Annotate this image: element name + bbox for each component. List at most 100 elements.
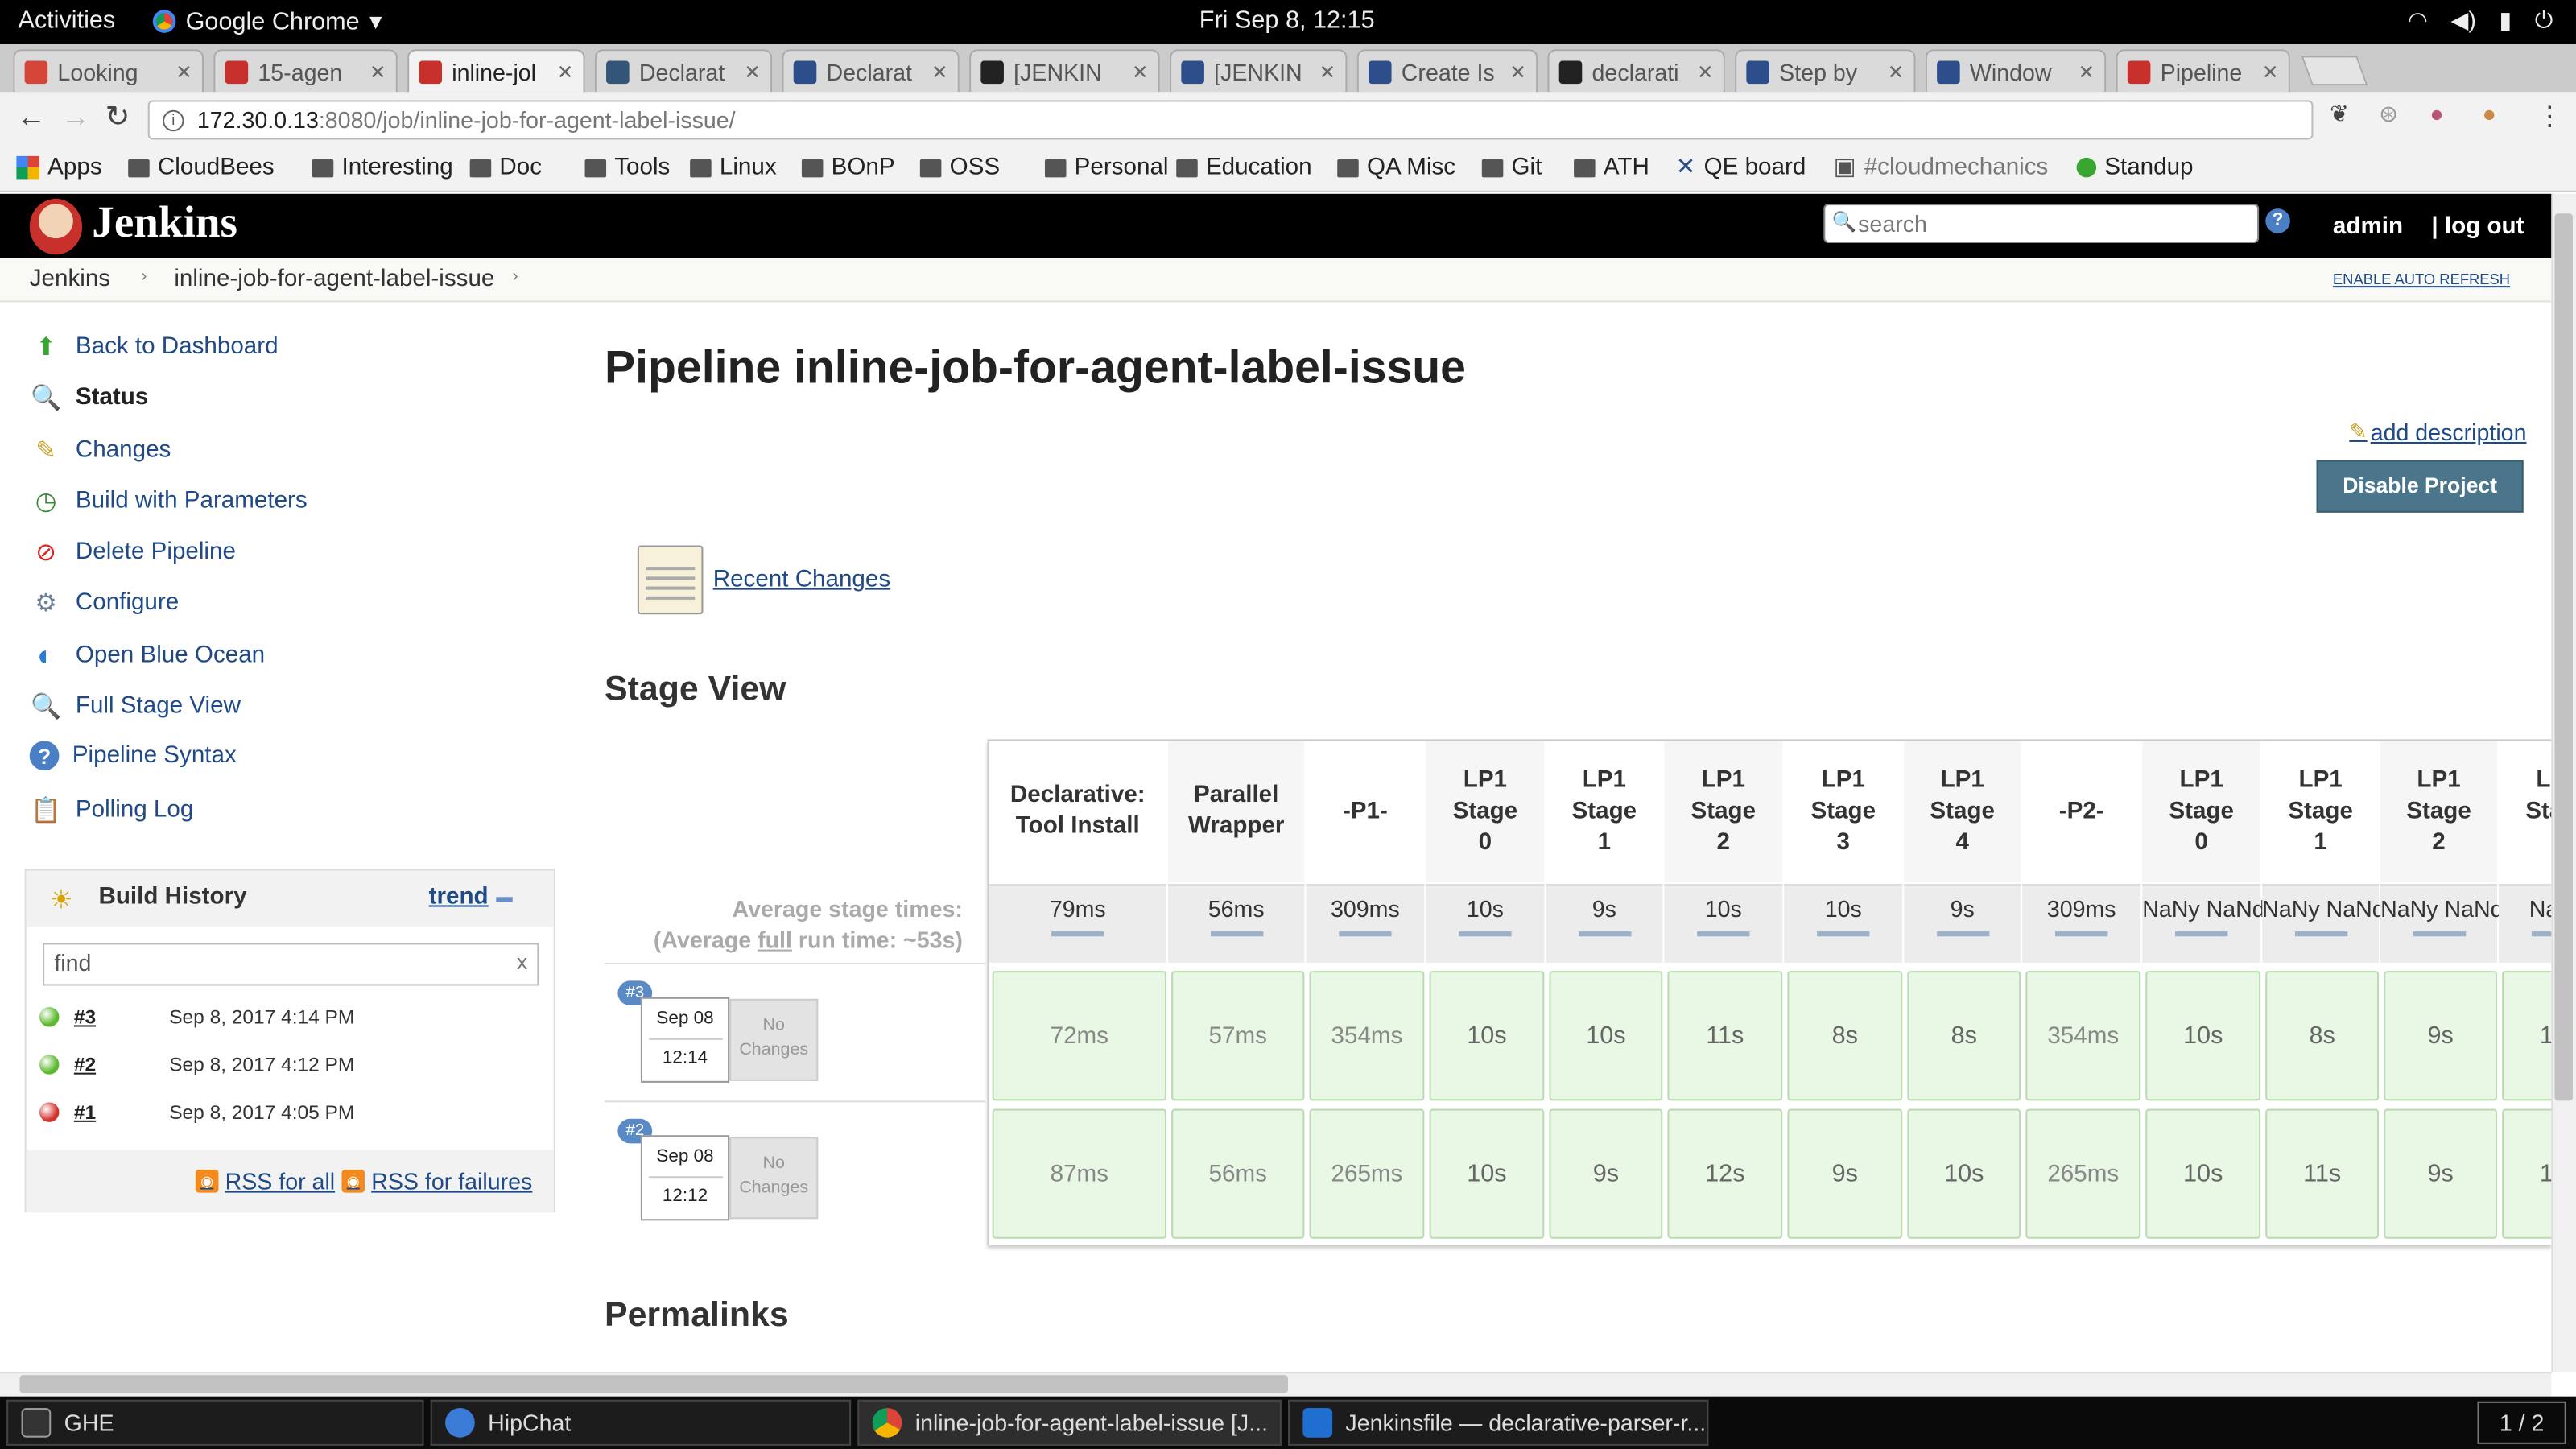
build-number-link[interactable]: #2	[74, 1053, 156, 1076]
browser-tab[interactable]: declarati ✕	[1547, 49, 1725, 93]
stage-cell[interactable]: 10s	[1549, 971, 1663, 1101]
close-icon[interactable]: ✕	[2262, 60, 2279, 83]
workspace-indicator[interactable]: 1 / 2	[2477, 1401, 2566, 1444]
browser-tab[interactable]: inline-jol ✕	[407, 49, 585, 93]
close-icon[interactable]: ✕	[2078, 60, 2095, 83]
build-filter-input[interactable]: find x	[43, 943, 539, 986]
reload-icon[interactable]: ↻	[105, 100, 130, 134]
search-input[interactable]: 🔍 search	[1823, 204, 2260, 244]
recent-changes[interactable]: Recent Changes	[637, 545, 890, 615]
side-task-configure[interactable]: ⚙ Configure	[30, 587, 179, 620]
side-task-delete-pipeline[interactable]: ⊘ Delete Pipeline	[30, 535, 236, 568]
rss-failures-link[interactable]: ◉ RSS for failures	[341, 1168, 532, 1195]
stage-cell[interactable]: 72ms	[992, 971, 1166, 1101]
recent-changes-link[interactable]: Recent Changes	[713, 567, 890, 593]
system-tray[interactable]: ◠ ◀) ▮ ⏻	[2408, 6, 2553, 35]
run-date-box[interactable]: Sep 08 12:12	[640, 1135, 730, 1221]
browser-tab[interactable]: [JENKIN ✕	[1170, 49, 1348, 93]
bookmark-item[interactable]: BOnP	[801, 155, 895, 180]
info-icon[interactable]: i	[163, 109, 184, 131]
close-icon[interactable]: ✕	[369, 60, 386, 83]
browser-tab[interactable]: Pipeline ✕	[2116, 49, 2290, 93]
bookmark-item[interactable]: Interesting	[312, 155, 453, 180]
bookmark-item[interactable]: QA Misc	[1337, 155, 1455, 180]
stage-cell[interactable]: 9s	[1549, 1108, 1663, 1239]
app-menu[interactable]: Google Chrome ▾	[152, 6, 382, 36]
stage-cell[interactable]: 10s	[1429, 1108, 1545, 1239]
close-icon[interactable]: ✕	[1319, 60, 1336, 83]
side-task-back-to-dashboard[interactable]: ⬆ Back to Dashboard	[30, 330, 278, 363]
bookmark-item[interactable]: ▣ #cloudmechanics	[1834, 155, 2049, 181]
menu-kebab-icon[interactable]: ⋮	[2537, 100, 2563, 133]
stage-cell[interactable]: 11s	[1667, 971, 1783, 1101]
close-icon[interactable]: ✕	[1697, 60, 1714, 83]
extension-icon[interactable]: ⊛	[2379, 100, 2398, 128]
stage-cell[interactable]: 10s	[2145, 971, 2261, 1101]
new-tab-button[interactable]	[2301, 56, 2368, 86]
side-task-status[interactable]: 🔍 Status	[30, 381, 148, 414]
side-task-full-stage-view[interactable]: 🔍 Full Stage View	[30, 690, 241, 723]
cookie-icon[interactable]: ●	[2429, 100, 2443, 126]
build-number-link[interactable]: #3	[74, 1005, 156, 1029]
stage-cell[interactable]: 9s	[1787, 1108, 1903, 1239]
side-task-polling-log[interactable]: 📋 Polling Log	[30, 794, 193, 827]
stage-cell[interactable]: 265ms	[2025, 1108, 2141, 1239]
side-task-build-with-parameters[interactable]: ◷ Build with Parameters	[30, 485, 308, 518]
browser-tab[interactable]: Create Is ✕	[1356, 49, 1538, 93]
run-date-box[interactable]: Sep 08 12:14	[640, 997, 730, 1083]
close-icon[interactable]: ✕	[744, 60, 761, 83]
close-icon[interactable]: ✕	[1132, 60, 1149, 83]
bookmark-item[interactable]: ATH	[1574, 155, 1649, 180]
breadcrumb-job[interactable]: inline-job-for-agent-label-issue	[174, 266, 494, 293]
stage-cell[interactable]: 10s	[2502, 971, 2552, 1101]
jenkins-title[interactable]: Jenkins	[92, 197, 237, 248]
build-number-link[interactable]: #1	[74, 1100, 156, 1124]
trend-link[interactable]: trend	[429, 884, 489, 910]
help-icon[interactable]: ?	[2265, 208, 2290, 233]
stage-cell[interactable]: 9s	[2384, 1108, 2498, 1239]
bookmark-item[interactable]: ✕ QE board	[1676, 155, 1806, 181]
stage-cell[interactable]: 354ms	[2025, 971, 2141, 1101]
close-icon[interactable]: ✕	[557, 60, 574, 83]
browser-tab[interactable]: 15-agen ✕	[213, 49, 398, 93]
forward-icon[interactable]: →	[61, 100, 91, 134]
bookmark-item[interactable]: Doc	[469, 155, 542, 180]
stage-cell[interactable]: 354ms	[1309, 971, 1425, 1101]
stage-cell[interactable]: 87ms	[992, 1108, 1166, 1239]
bookmark-item[interactable]: Personal	[1044, 155, 1168, 180]
horizontal-scrollbar-thumb[interactable]	[19, 1375, 1288, 1393]
browser-tab[interactable]: Looking ✕	[13, 49, 204, 93]
side-task-open-blue-ocean[interactable]: ◐ Open Blue Ocean	[30, 638, 265, 672]
extension-icon[interactable]: ❦	[2330, 100, 2349, 128]
stage-cell[interactable]: 10s	[1907, 1108, 2021, 1239]
close-icon[interactable]: ✕	[1888, 60, 1905, 83]
logout-link[interactable]: | log out	[2431, 213, 2524, 240]
taskbar-item[interactable]: inline-job-for-agent-label-issue [J...	[857, 1399, 1282, 1446]
browser-tab[interactable]: [JENKIN ✕	[969, 49, 1160, 93]
enable-auto-refresh-link[interactable]: ENABLE AUTO REFRESH	[2333, 271, 2510, 287]
browser-tab[interactable]: Step by ✕	[1735, 49, 1916, 93]
taskbar-item[interactable]: Jenkinsfile — declarative-parser-r...	[1287, 1399, 1709, 1446]
build-row[interactable]: #2 Sep 8, 2017 4:12 PM	[39, 1053, 540, 1076]
close-icon[interactable]: ✕	[1509, 60, 1526, 83]
browser-tab[interactable]: Declarat ✕	[594, 49, 773, 93]
taskbar-item[interactable]: HipChat	[430, 1399, 852, 1446]
browser-tab[interactable]: Declarat ✕	[782, 49, 960, 93]
side-task-changes[interactable]: ✎ Changes	[30, 434, 171, 467]
stage-cell[interactable]: 56ms	[1171, 1108, 1305, 1239]
stage-cell[interactable]: 8s	[2265, 971, 2380, 1101]
breadcrumb-jenkins[interactable]: Jenkins	[30, 266, 110, 293]
close-icon[interactable]: ✕	[175, 60, 192, 83]
bookmark-item[interactable]: Standup	[2076, 155, 2194, 180]
side-task-pipeline-syntax[interactable]: ? Pipeline Syntax	[29, 741, 237, 771]
build-row[interactable]: #3 Sep 8, 2017 4:14 PM	[39, 1005, 540, 1029]
rss-all-link[interactable]: ◉ RSS for all	[195, 1168, 335, 1195]
bookmark-item[interactable]: Linux	[690, 155, 777, 180]
bookmark-item[interactable]: CloudBees	[128, 155, 275, 180]
add-description-link[interactable]: ✎ add description	[2349, 419, 2526, 445]
disable-project-button[interactable]: Disable Project	[2316, 460, 2524, 513]
stage-cell[interactable]: 10s	[2145, 1108, 2261, 1239]
cookie-icon[interactable]: ●	[2483, 100, 2496, 126]
stage-cell[interactable]: 9s	[2384, 971, 2498, 1101]
clock[interactable]: Fri Sep 8, 12:15	[1199, 6, 1375, 35]
